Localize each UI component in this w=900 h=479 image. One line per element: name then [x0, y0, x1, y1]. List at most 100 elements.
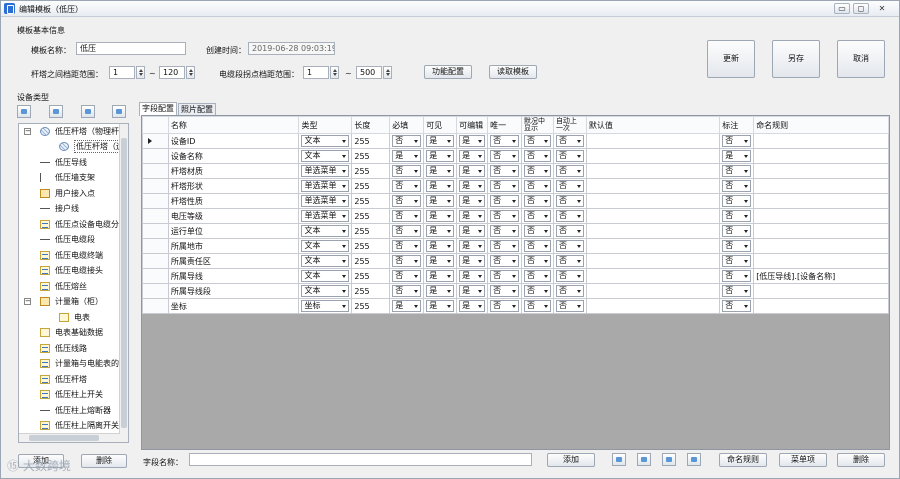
table-row[interactable]: 电压等级 单选菜单 255 否 是 是 否 否 否 否 [142, 208, 889, 224]
visible-cell[interactable]: 是 [423, 283, 458, 299]
label-select[interactable]: 否 [722, 285, 752, 297]
table-row[interactable]: 设备ID 文本 255 否 是 是 否 否 否 否 [142, 133, 889, 149]
visible-select[interactable]: 是 [426, 180, 455, 192]
default-value-cell[interactable] [585, 268, 721, 284]
required-cell[interactable]: 否 [389, 193, 425, 209]
editable-cell[interactable]: 是 [456, 178, 489, 194]
auto-cell[interactable]: 否 [552, 163, 587, 179]
auto-select[interactable]: 否 [555, 195, 584, 207]
editable-select[interactable]: 是 [459, 225, 486, 237]
tree-item[interactable]: 低压杆塔（运 [19, 139, 126, 154]
editable-select[interactable]: 是 [459, 180, 486, 192]
length-cell[interactable]: 255 [351, 148, 391, 164]
editable-select[interactable]: 是 [459, 135, 486, 147]
type-cell[interactable]: 单选菜单 [298, 163, 353, 179]
auto-cell[interactable]: 否 [552, 133, 587, 149]
editable-cell[interactable]: 是 [456, 283, 489, 299]
field-name-input[interactable] [189, 453, 532, 466]
function-config-button[interactable]: 功能配置 [424, 65, 472, 79]
tree-horizontal-scrollbar[interactable] [19, 433, 120, 442]
type-select[interactable]: 文本 [301, 285, 350, 297]
field-name-cell[interactable]: 设备ID [167, 133, 300, 149]
move-bottom-icon[interactable] [687, 453, 701, 466]
visible-cell[interactable]: 是 [423, 133, 458, 149]
auto-select[interactable]: 否 [555, 135, 584, 147]
show-cell[interactable]: 否 [521, 298, 554, 314]
editable-select[interactable]: 是 [459, 150, 486, 162]
length-cell[interactable]: 255 [351, 133, 391, 149]
pole-range-max-input[interactable]: 120 [159, 66, 185, 79]
tree-item[interactable]: 低压电缆终端 [19, 248, 119, 263]
unique-cell[interactable]: 否 [487, 148, 523, 164]
naming-rule-cell[interactable] [753, 253, 889, 269]
maximize-icon[interactable]: ◻ [853, 3, 869, 14]
row-header[interactable] [142, 298, 169, 314]
naming-rule-cell[interactable]: [低压导线].[设备名称] [753, 268, 889, 284]
editable-cell[interactable]: 是 [456, 193, 489, 209]
unique-select[interactable]: 否 [490, 285, 520, 297]
menu-item-button[interactable]: 菜单项 [779, 453, 827, 467]
required-select[interactable]: 否 [392, 210, 422, 222]
auto-cell[interactable]: 否 [552, 238, 587, 254]
visible-cell[interactable]: 是 [423, 253, 458, 269]
column-header[interactable]: 可编辑 [456, 116, 489, 134]
field-name-cell[interactable]: 杆塔形状 [167, 178, 300, 194]
show-select[interactable]: 否 [524, 270, 551, 282]
column-header[interactable]: 默况中显示 [521, 116, 554, 134]
pole-range-min-stepper[interactable] [136, 66, 145, 79]
visible-select[interactable]: 是 [426, 240, 455, 252]
tree-item[interactable]: 低压墙支架 [19, 170, 119, 185]
type-select[interactable]: 单选菜单 [301, 210, 350, 222]
default-value-cell[interactable] [585, 208, 721, 224]
row-header[interactable] [142, 223, 169, 239]
label-cell[interactable]: 否 [719, 253, 755, 269]
unique-select[interactable]: 否 [490, 165, 520, 177]
auto-cell[interactable]: 否 [552, 298, 587, 314]
default-value-cell[interactable] [585, 298, 721, 314]
length-cell[interactable]: 255 [351, 253, 391, 269]
tree-item[interactable]: 低压电缆接头 [19, 263, 119, 278]
visible-select[interactable]: 是 [426, 285, 455, 297]
editable-cell[interactable]: 是 [456, 298, 489, 314]
show-cell[interactable]: 否 [521, 238, 554, 254]
auto-select[interactable]: 否 [555, 240, 584, 252]
length-cell[interactable]: 255 [351, 178, 391, 194]
editable-select[interactable]: 是 [459, 210, 486, 222]
type-select[interactable]: 文本 [301, 255, 350, 267]
tree-expander-icon[interactable]: − [24, 298, 31, 305]
naming-rule-cell[interactable] [753, 178, 889, 194]
editable-cell[interactable]: 是 [456, 208, 489, 224]
unique-cell[interactable]: 否 [487, 268, 523, 284]
move-top-icon[interactable] [17, 105, 31, 118]
label-select[interactable]: 是 [722, 150, 752, 162]
label-cell[interactable]: 否 [719, 283, 755, 299]
required-cell[interactable]: 否 [389, 178, 425, 194]
label-select[interactable]: 否 [722, 300, 752, 312]
label-cell[interactable]: 否 [719, 193, 755, 209]
column-header[interactable]: 类型 [298, 116, 353, 134]
required-cell[interactable]: 是 [389, 148, 425, 164]
unique-cell[interactable]: 否 [487, 283, 523, 299]
required-cell[interactable]: 否 [389, 268, 425, 284]
tree-item[interactable]: 用户接入点 [19, 186, 119, 201]
pole-range-max-stepper[interactable] [186, 66, 195, 79]
column-header[interactable]: 长度 [351, 116, 391, 134]
editable-cell[interactable]: 是 [456, 268, 489, 284]
visible-select[interactable]: 是 [426, 300, 455, 312]
device-delete-button[interactable]: 删除 [81, 454, 127, 468]
column-header[interactable]: 唯一 [487, 116, 523, 134]
auto-cell[interactable]: 否 [552, 178, 587, 194]
naming-rule-cell[interactable] [753, 238, 889, 254]
show-cell[interactable]: 否 [521, 133, 554, 149]
row-header[interactable] [142, 163, 169, 179]
required-select[interactable]: 是 [392, 150, 422, 162]
table-row[interactable]: 杆塔材质 单选菜单 255 否 是 是 否 否 否 否 [142, 163, 889, 179]
column-header[interactable]: 命名规则 [753, 116, 889, 134]
type-cell[interactable]: 文本 [298, 268, 353, 284]
table-row[interactable]: 所属责任区 文本 255 否 是 是 否 否 否 否 [142, 253, 889, 269]
editable-cell[interactable]: 是 [456, 133, 489, 149]
tree-item[interactable]: 低压柱上隔离开关 [19, 418, 119, 433]
table-row[interactable]: 所属地市 文本 255 否 是 是 否 否 否 否 [142, 238, 889, 254]
unique-cell[interactable]: 否 [487, 253, 523, 269]
auto-cell[interactable]: 否 [552, 223, 587, 239]
